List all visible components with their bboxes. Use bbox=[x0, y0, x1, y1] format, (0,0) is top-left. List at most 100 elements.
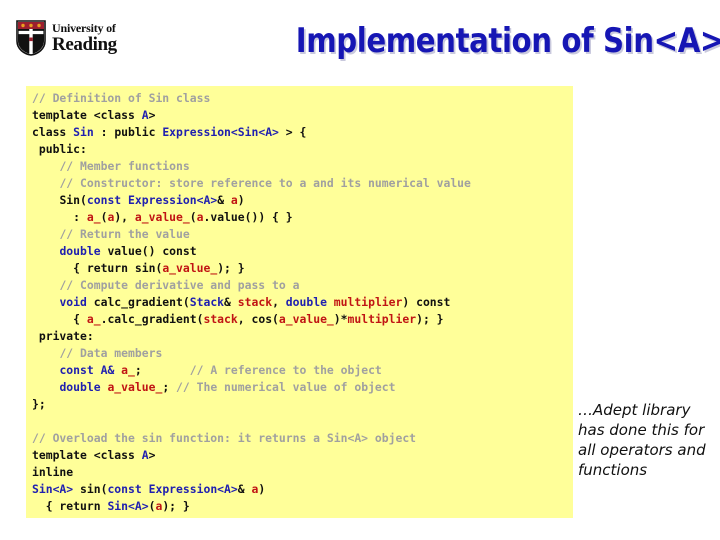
code-line: class Sin : public Expression<Sin<A> > { bbox=[32, 124, 573, 141]
code-token-kw: calc_gradient( bbox=[93, 295, 190, 309]
code-token-type: double bbox=[59, 380, 108, 394]
code-line: Sin<A> sin(const Expression<A>& a) bbox=[32, 481, 573, 498]
code-token-kw: & bbox=[237, 482, 252, 496]
code-token-kw: ); } bbox=[162, 499, 190, 513]
code-token-kw: > bbox=[148, 108, 156, 122]
code-token-kw: , bbox=[272, 295, 286, 309]
code-line: void calc_gradient(Stack& stack, double … bbox=[32, 294, 573, 311]
code-token-kw: )* bbox=[333, 312, 348, 326]
code-token-var: a_ bbox=[86, 210, 101, 224]
code-token-com: // Data members bbox=[59, 346, 163, 360]
code-line: // Overload the sin function: it returns… bbox=[32, 430, 573, 447]
code-line: // Data members bbox=[32, 345, 573, 362]
code-line: const A& a_; // A reference to the objec… bbox=[32, 362, 573, 379]
shield-crest-icon bbox=[16, 20, 46, 56]
code-token-kw: ) bbox=[258, 482, 266, 496]
code-token-type: const bbox=[107, 482, 149, 496]
code-token-kw: > bbox=[148, 448, 156, 462]
code-token-var: a bbox=[230, 193, 238, 207]
code-line: { a_.calc_gradient(stack, cos(a_value_)*… bbox=[32, 311, 573, 328]
code-token-var: stack bbox=[237, 295, 273, 309]
code-token-kw: private: bbox=[32, 329, 94, 343]
code-token-var: a_ bbox=[86, 312, 101, 326]
code-token-type: const bbox=[59, 363, 101, 377]
code-token-kw: Sin bbox=[59, 193, 81, 207]
code-token-type: Sin bbox=[73, 125, 94, 139]
code-line: public: bbox=[32, 141, 573, 158]
code-line: template <class A> bbox=[32, 447, 573, 464]
code-token-type: A bbox=[141, 448, 149, 462]
code-token-var: a_value_ bbox=[278, 312, 334, 326]
note-callout: …Adept library has done this for all ope… bbox=[576, 398, 716, 482]
code-token-type: Sin<A> bbox=[107, 499, 149, 513]
code-line: { return sin(a_value_); } bbox=[32, 260, 573, 277]
code-token-var: multiplier bbox=[347, 312, 417, 326]
university-of-reading-logo: University of Reading bbox=[16, 18, 134, 58]
code-token-type: Expression<A> bbox=[128, 193, 218, 207]
code-token-kw: <class bbox=[93, 108, 142, 122]
code-token-kw: template bbox=[32, 108, 94, 122]
code-token-kw: template bbox=[32, 448, 94, 462]
code-token-type: void bbox=[59, 295, 94, 309]
code-token-com: // A reference to the object bbox=[189, 363, 382, 377]
code-line: template <class A> bbox=[32, 107, 573, 124]
code-token-com: // Compute derivative and pass to a bbox=[59, 278, 300, 292]
code-token-kw: sin( bbox=[73, 482, 108, 496]
code-token-kw: ) const bbox=[402, 295, 451, 309]
code-token-kw: ); } bbox=[416, 312, 444, 326]
code-token-kw: .calc_gradient( bbox=[100, 312, 204, 326]
code-token-type: A bbox=[141, 108, 149, 122]
code-token-kw: class bbox=[32, 125, 74, 139]
code-listing-panel: // Definition of Sin class template <clas… bbox=[26, 86, 573, 518]
code-token-kw: }; bbox=[32, 397, 46, 411]
code-token-com: // Return the value bbox=[59, 227, 190, 241]
code-token-var: a_value_ bbox=[162, 261, 218, 275]
logo-wordmark: University of Reading bbox=[52, 22, 117, 54]
code-token-var: a_value_ bbox=[107, 380, 163, 394]
code-token-type: Sin<A> bbox=[32, 482, 74, 496]
code-token-kw: ( bbox=[189, 210, 197, 224]
code-token-var: a_ bbox=[121, 363, 135, 377]
code-line: }; bbox=[32, 396, 573, 413]
code-token-kw: public: bbox=[32, 142, 87, 156]
code-line: // Definition of Sin class bbox=[32, 90, 573, 107]
code-token-kw: inline bbox=[32, 465, 74, 479]
code-token-com: // Constructor: store reference to a and… bbox=[59, 176, 471, 190]
code-line: private: bbox=[32, 328, 573, 345]
code-line: double value() const bbox=[32, 243, 573, 260]
code-token-var: multiplier bbox=[333, 295, 403, 309]
code-token-kw: { bbox=[32, 312, 87, 326]
code-token-kw: ) bbox=[237, 193, 245, 207]
code-token-kw: ; bbox=[162, 380, 177, 394]
code-token-com: // Overload the sin function: it returns… bbox=[32, 431, 417, 445]
logo-line-university-of: University of bbox=[52, 21, 116, 35]
code-token-kw: .value()) { } bbox=[203, 210, 293, 224]
code-line: // Compute derivative and pass to a bbox=[32, 277, 573, 294]
code-token-type: double bbox=[285, 295, 334, 309]
code-token-kw: value() const bbox=[107, 244, 197, 258]
code-token-kw: : bbox=[93, 125, 115, 139]
code-line: // Return the value bbox=[32, 226, 573, 243]
code-line: : a_(a), a_value_(a.value()) { } bbox=[32, 209, 573, 226]
code-token-type: A& bbox=[100, 363, 115, 377]
code-token-var: stack bbox=[203, 312, 238, 326]
code-line: Sin(const Expression<A>& a) bbox=[32, 192, 573, 209]
code-token-kw: { return sin( bbox=[32, 261, 163, 275]
code-token-type: const bbox=[86, 193, 129, 207]
code-token-com: // Definition of Sin class bbox=[32, 91, 211, 105]
code-line: // Member functions bbox=[32, 158, 573, 175]
code-token-kw: ( bbox=[80, 193, 87, 207]
code-token-type: Expression<A> bbox=[148, 482, 238, 496]
code-token-var: a_value_ bbox=[134, 210, 190, 224]
code-token-kw: ), bbox=[114, 210, 135, 224]
code-token-kw: ; bbox=[134, 363, 142, 377]
